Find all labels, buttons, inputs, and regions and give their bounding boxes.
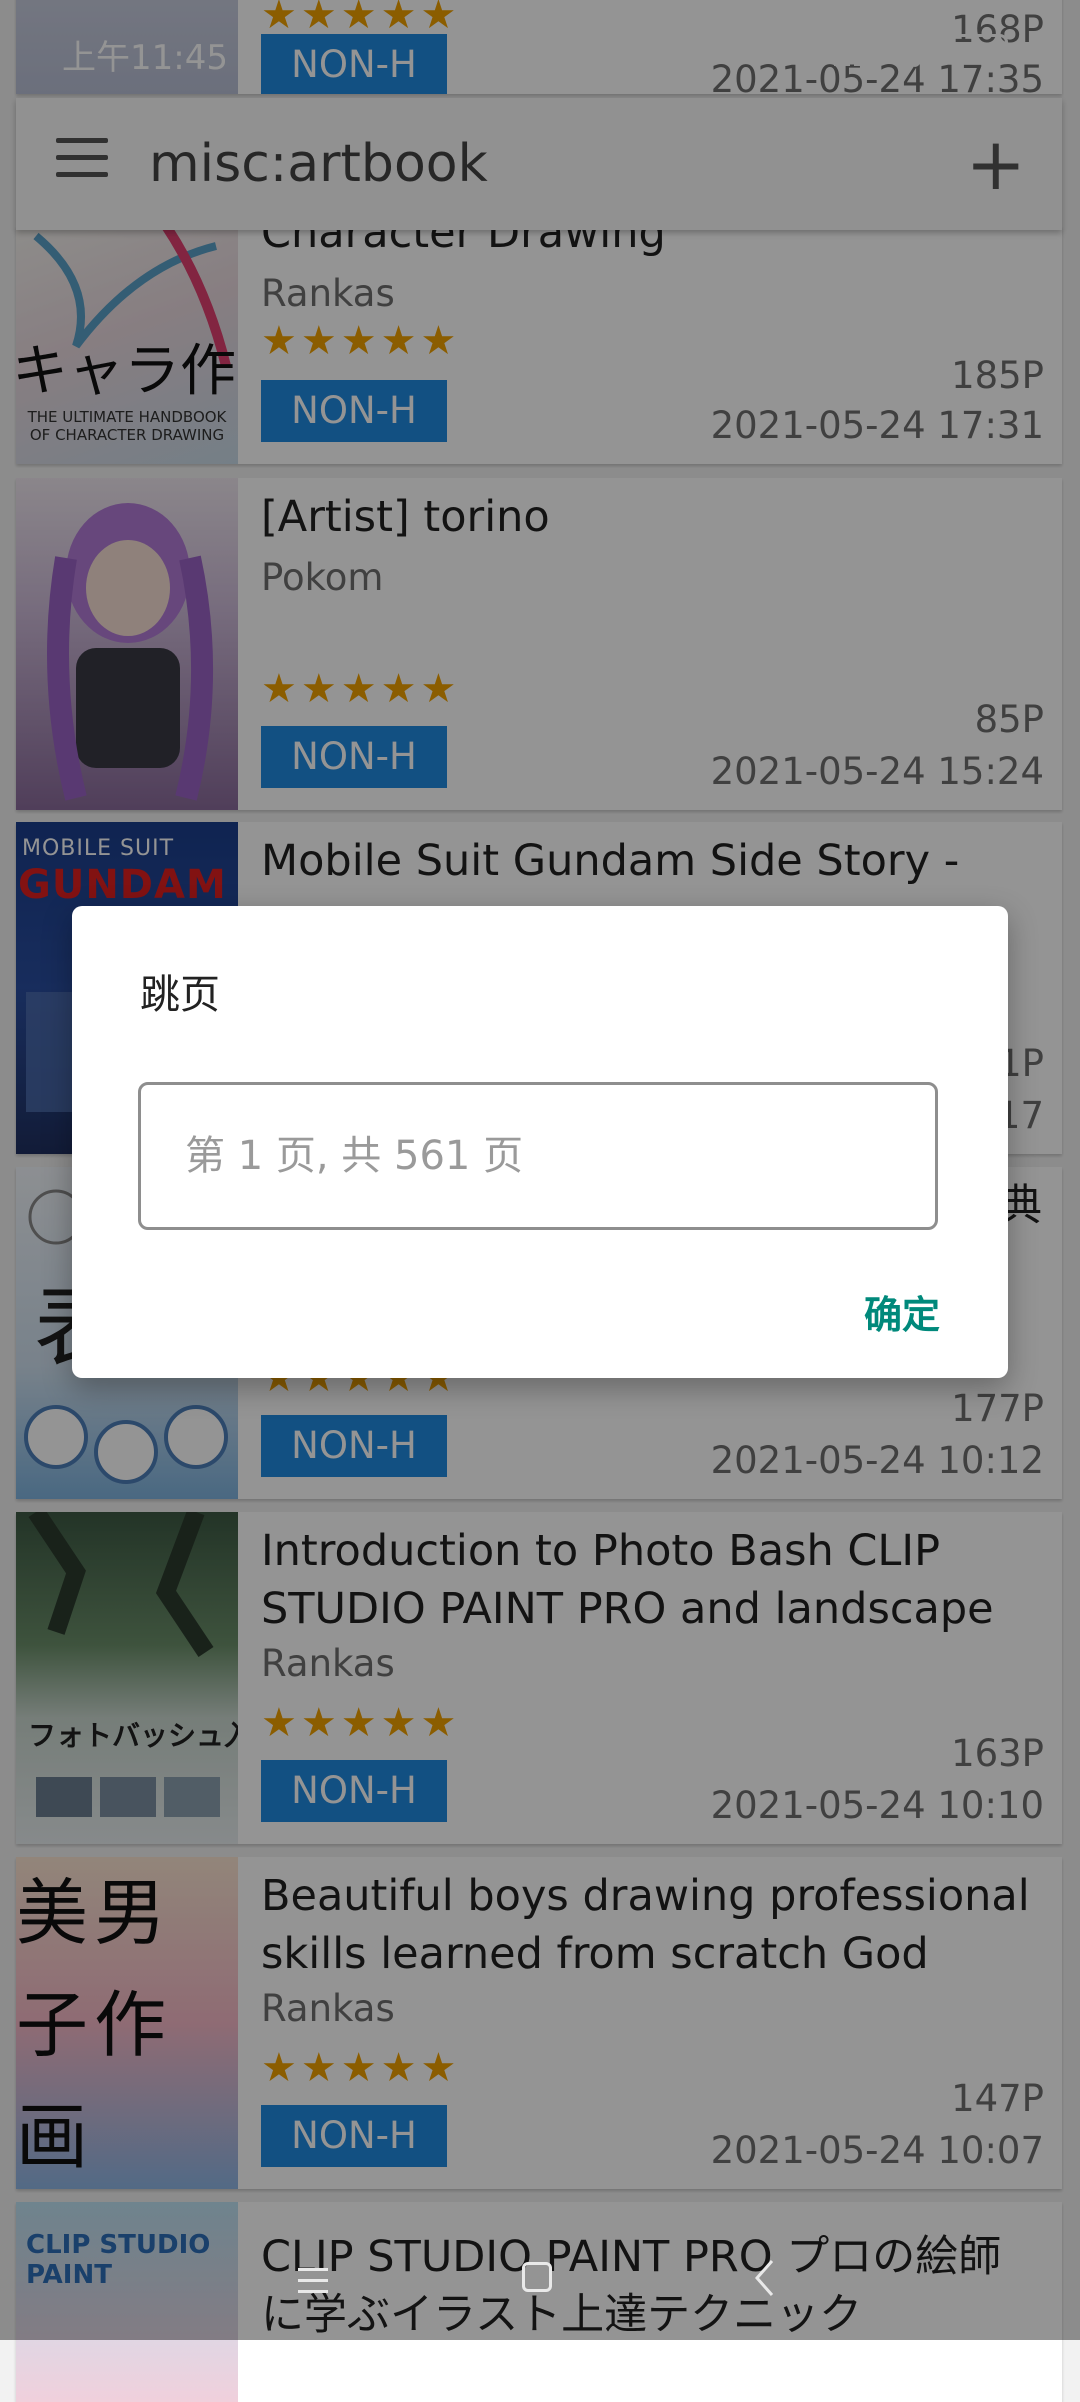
dialog-title: 跳页	[140, 972, 220, 1018]
back-icon[interactable]	[752, 2258, 776, 2298]
navigation-bar	[0, 2200, 1080, 2340]
confirm-button[interactable]: 确定	[864, 1284, 940, 1339]
page-number-input[interactable]: 第 1 页, 共 561 页	[138, 1082, 938, 1230]
home-icon[interactable]	[522, 2262, 552, 2292]
page-number-placeholder: 第 1 页, 共 561 页	[185, 1133, 524, 1179]
menu-icon[interactable]	[298, 2268, 328, 2293]
go-to-page-dialog: 跳页 第 1 页, 共 561 页 确定	[72, 906, 1008, 1378]
